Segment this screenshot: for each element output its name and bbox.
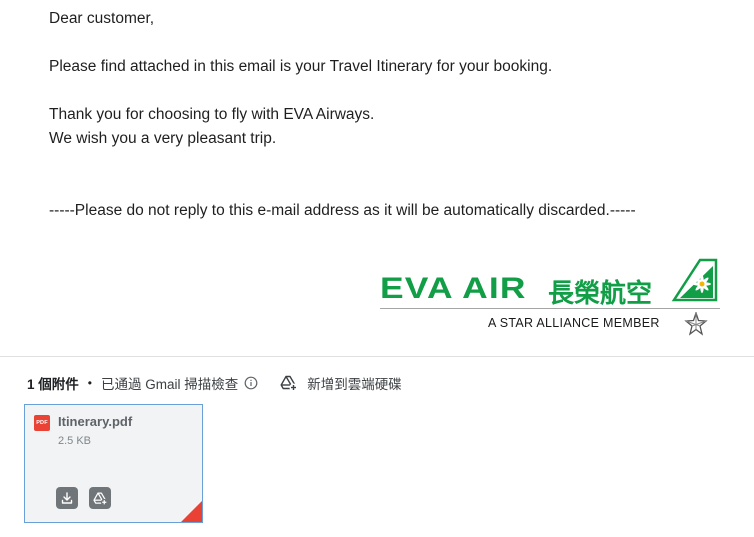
add-to-drive-label: 新增到雲端硬碟 bbox=[307, 377, 402, 392]
drive-add-icon bbox=[92, 491, 108, 506]
email-thanks: Thank you for choosing to fly with EVA A… bbox=[49, 106, 375, 123]
eva-air-emblem-icon bbox=[671, 258, 718, 302]
separator-dot: • bbox=[87, 376, 92, 390]
star-alliance-tagline: A STAR ALLIANCE MEMBER bbox=[488, 316, 660, 330]
email-wish: We wish you a very pleasant trip. bbox=[49, 130, 277, 147]
attachments-divider bbox=[0, 356, 754, 357]
attachment-card[interactable]: PDF Itinerary.pdf 2.5 KB bbox=[24, 404, 203, 523]
attachments-header: 1 個附件 • 已通過 Gmail 掃描檢查 新增到雲端硬碟 bbox=[27, 373, 402, 393]
pdf-icon: PDF bbox=[34, 415, 50, 431]
drive-add-icon bbox=[280, 375, 298, 392]
eva-air-logo: EVA AIR 長榮航空 A STAR ALLIANCE MEMBER bbox=[380, 258, 720, 338]
attachment-file-name: Itinerary.pdf bbox=[58, 414, 133, 429]
star-alliance-icon bbox=[684, 312, 708, 336]
eva-air-cjk-name: 長榮航空 bbox=[548, 279, 653, 309]
logo-divider bbox=[380, 308, 720, 309]
attachment-count: 1 個附件 bbox=[27, 377, 79, 392]
eva-air-wordmark: EVA AIR bbox=[380, 272, 527, 305]
download-icon bbox=[61, 492, 73, 504]
download-button[interactable] bbox=[56, 487, 78, 509]
email-greeting: Dear customer, bbox=[49, 10, 155, 27]
scan-status: 已通過 Gmail 掃描檢查 bbox=[100, 377, 239, 392]
email-body: Dear customer, Please find attached in t… bbox=[49, 7, 729, 223]
save-to-drive-button[interactable] bbox=[89, 487, 111, 509]
info-icon[interactable] bbox=[244, 376, 258, 390]
email-attachment-note: Please find attached in this email is yo… bbox=[49, 58, 553, 75]
add-to-drive-button[interactable]: 新增到雲端硬碟 bbox=[280, 373, 402, 393]
pdf-corner-fold bbox=[181, 501, 202, 522]
email-noreply-notice: -----Please do not reply to this e-mail … bbox=[49, 202, 636, 219]
attachment-file-size: 2.5 KB bbox=[58, 435, 92, 447]
